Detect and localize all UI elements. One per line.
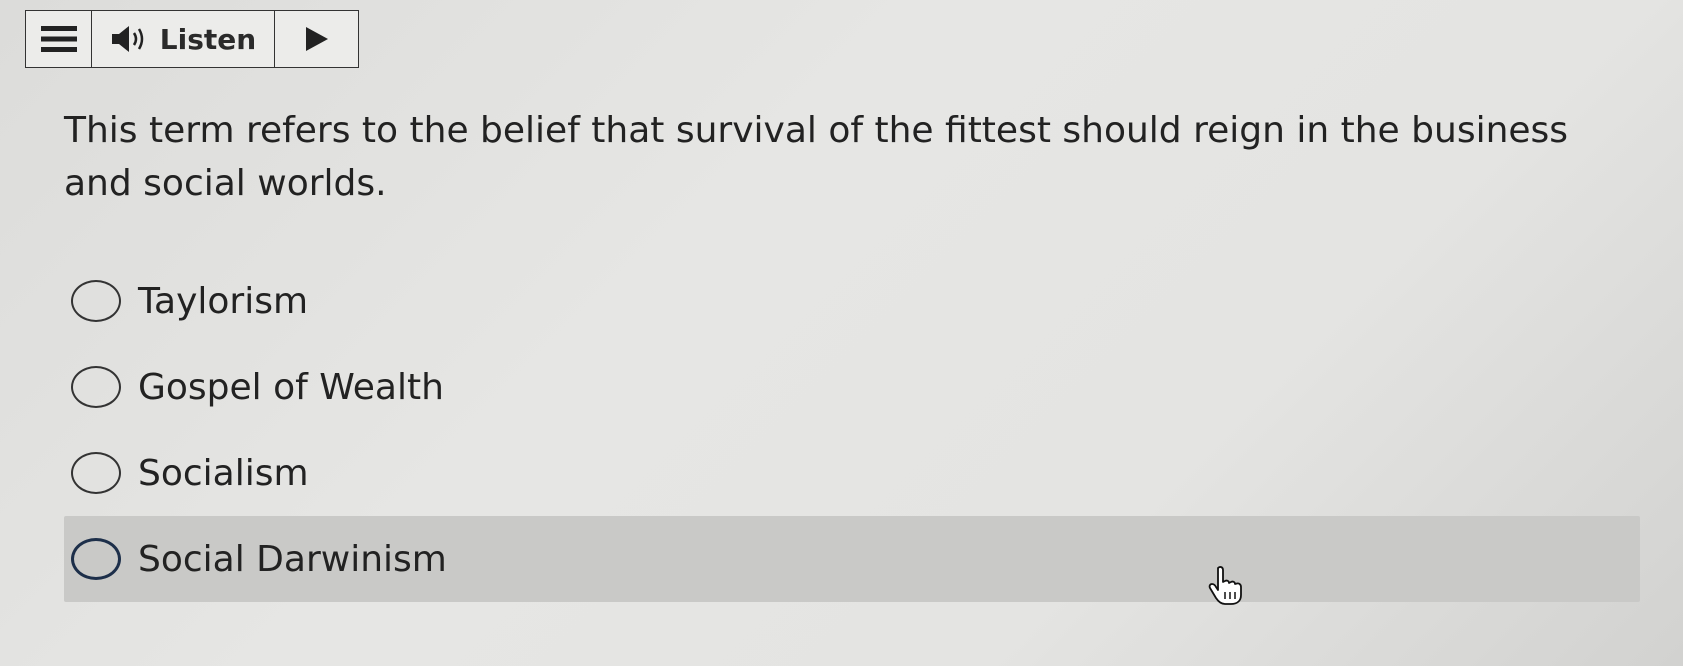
option-label: Taylorism	[138, 280, 309, 322]
radio-button[interactable]	[71, 538, 121, 580]
option-social-darwinism[interactable]: Social Darwinism	[64, 516, 1640, 602]
option-gospel-of-wealth[interactable]: Gospel of Wealth	[64, 344, 1640, 430]
play-button[interactable]	[275, 11, 358, 67]
hamburger-menu-icon	[40, 26, 77, 52]
play-icon	[305, 27, 328, 51]
listen-label: Listen	[159, 22, 257, 56]
radio-button[interactable]	[71, 366, 121, 408]
option-socialism[interactable]: Socialism	[64, 430, 1640, 516]
option-label: Socialism	[138, 452, 309, 494]
hand-pointer-cursor-icon	[1208, 566, 1242, 605]
radio-button[interactable]	[71, 280, 121, 322]
answer-options: Taylorism Gospel of Wealth Socialism Soc…	[64, 258, 1640, 602]
radio-button[interactable]	[71, 452, 121, 494]
speaker-icon	[111, 26, 144, 52]
menu-button[interactable]	[26, 11, 92, 67]
question-text: This term refers to the belief that surv…	[64, 110, 1569, 204]
option-taylorism[interactable]: Taylorism	[64, 258, 1640, 344]
listen-button[interactable]: Listen	[92, 11, 275, 67]
read-aloud-toolbar: Listen	[25, 10, 359, 68]
option-label: Gospel of Wealth	[138, 366, 444, 408]
option-label: Social Darwinism	[138, 538, 447, 580]
